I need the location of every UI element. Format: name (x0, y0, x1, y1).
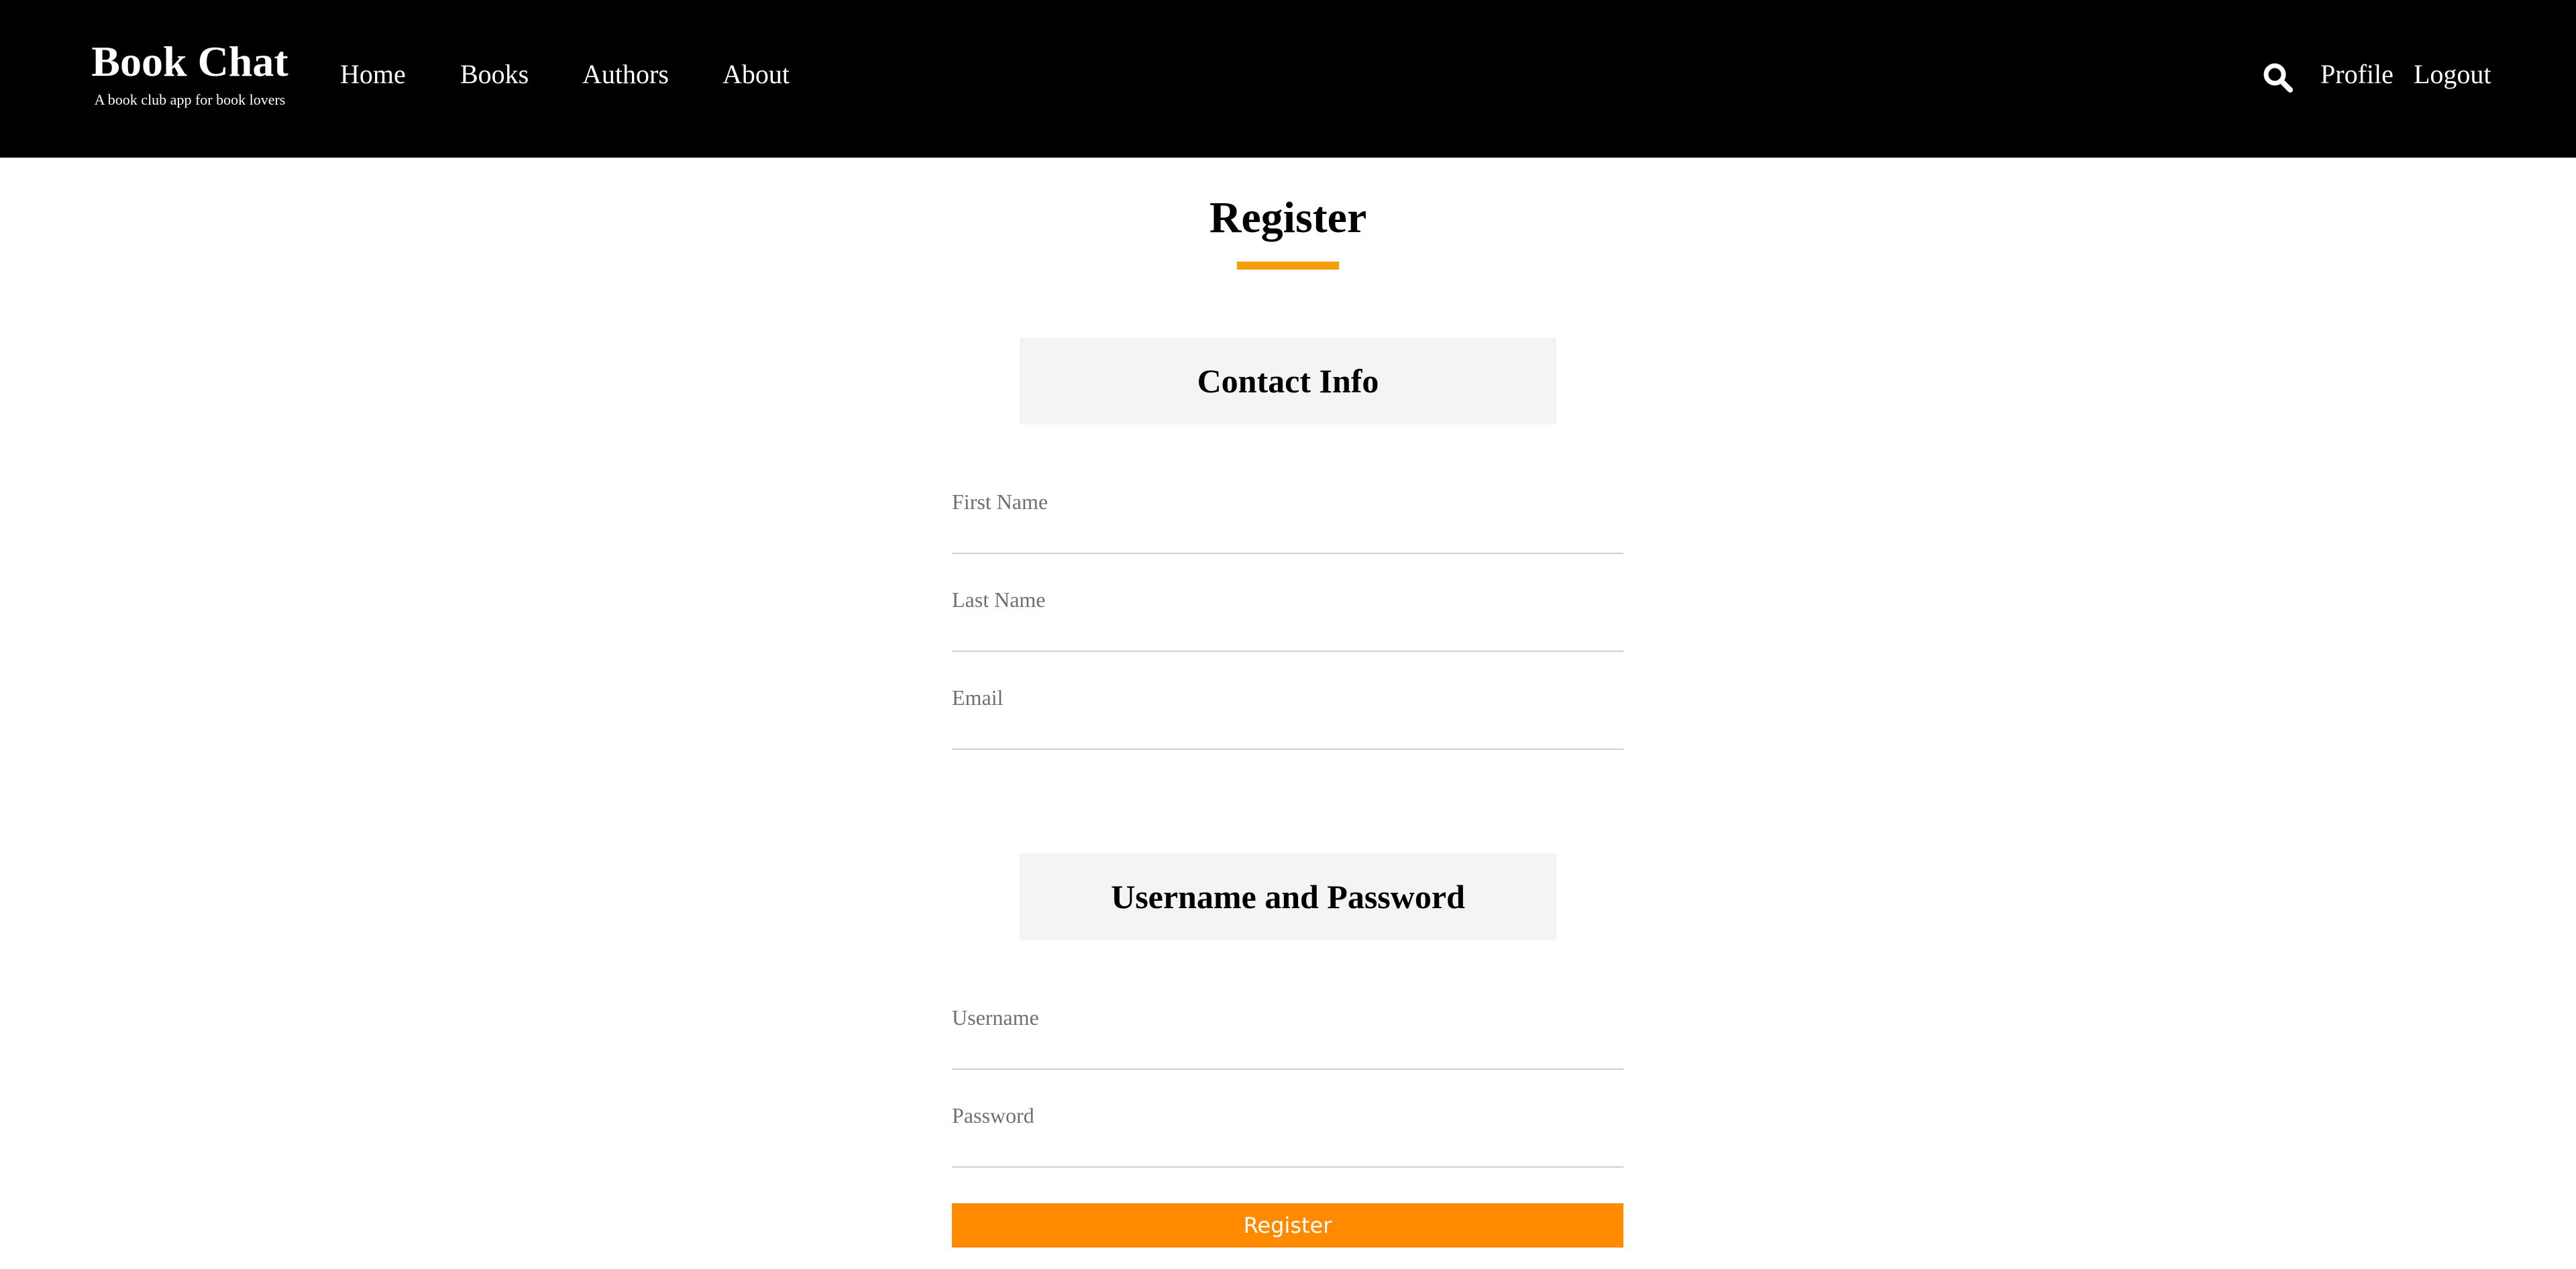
username-field: Username (952, 1004, 1623, 1085)
username-input[interactable] (952, 1036, 1623, 1070)
password-input[interactable] (952, 1134, 1623, 1168)
last-name-input[interactable] (952, 618, 1623, 652)
search-icon-graphic (2263, 63, 2293, 93)
nav-link-logout[interactable]: Logout (2414, 57, 2491, 92)
brand-tagline: A book club app for book lovers (94, 91, 286, 108)
top-navigation-bar: Book Chat A book club app for book lover… (0, 0, 2576, 158)
first-name-field: First Name (952, 488, 1623, 569)
brand[interactable]: Book Chat A book club app for book lover… (86, 34, 294, 110)
email-field: Email (952, 684, 1623, 765)
contact-info-heading: Contact Info (1197, 362, 1379, 400)
register-button[interactable]: Register (952, 1203, 1623, 1248)
last-name-field: Last Name (952, 586, 1623, 667)
username-password-heading: Username and Password (1111, 878, 1465, 916)
nav-link-home[interactable]: Home (340, 57, 406, 92)
email-label: Email (952, 685, 1004, 710)
first-name-input[interactable] (952, 520, 1623, 554)
contact-info-section-header: Contact Info (1020, 337, 1556, 425)
password-field: Password (952, 1102, 1623, 1182)
password-label: Password (952, 1103, 1034, 1127)
nav-link-authors[interactable]: Authors (582, 57, 669, 92)
first-name-label: First Name (952, 490, 1049, 514)
last-name-label: Last Name (952, 588, 1046, 612)
nav-link-books[interactable]: Books (460, 57, 529, 92)
title-accent-underline (1237, 262, 1339, 270)
nav-link-profile[interactable]: Profile (2320, 57, 2394, 92)
email-input[interactable] (952, 716, 1623, 750)
username-label: Username (952, 1005, 1039, 1030)
username-password-section-header: Username and Password (1020, 853, 1556, 940)
page-title: Register (1209, 193, 1367, 242)
nav-link-about[interactable]: About (722, 57, 790, 92)
brand-title[interactable]: Book Chat (86, 34, 294, 90)
search-icon[interactable] (2262, 62, 2294, 94)
